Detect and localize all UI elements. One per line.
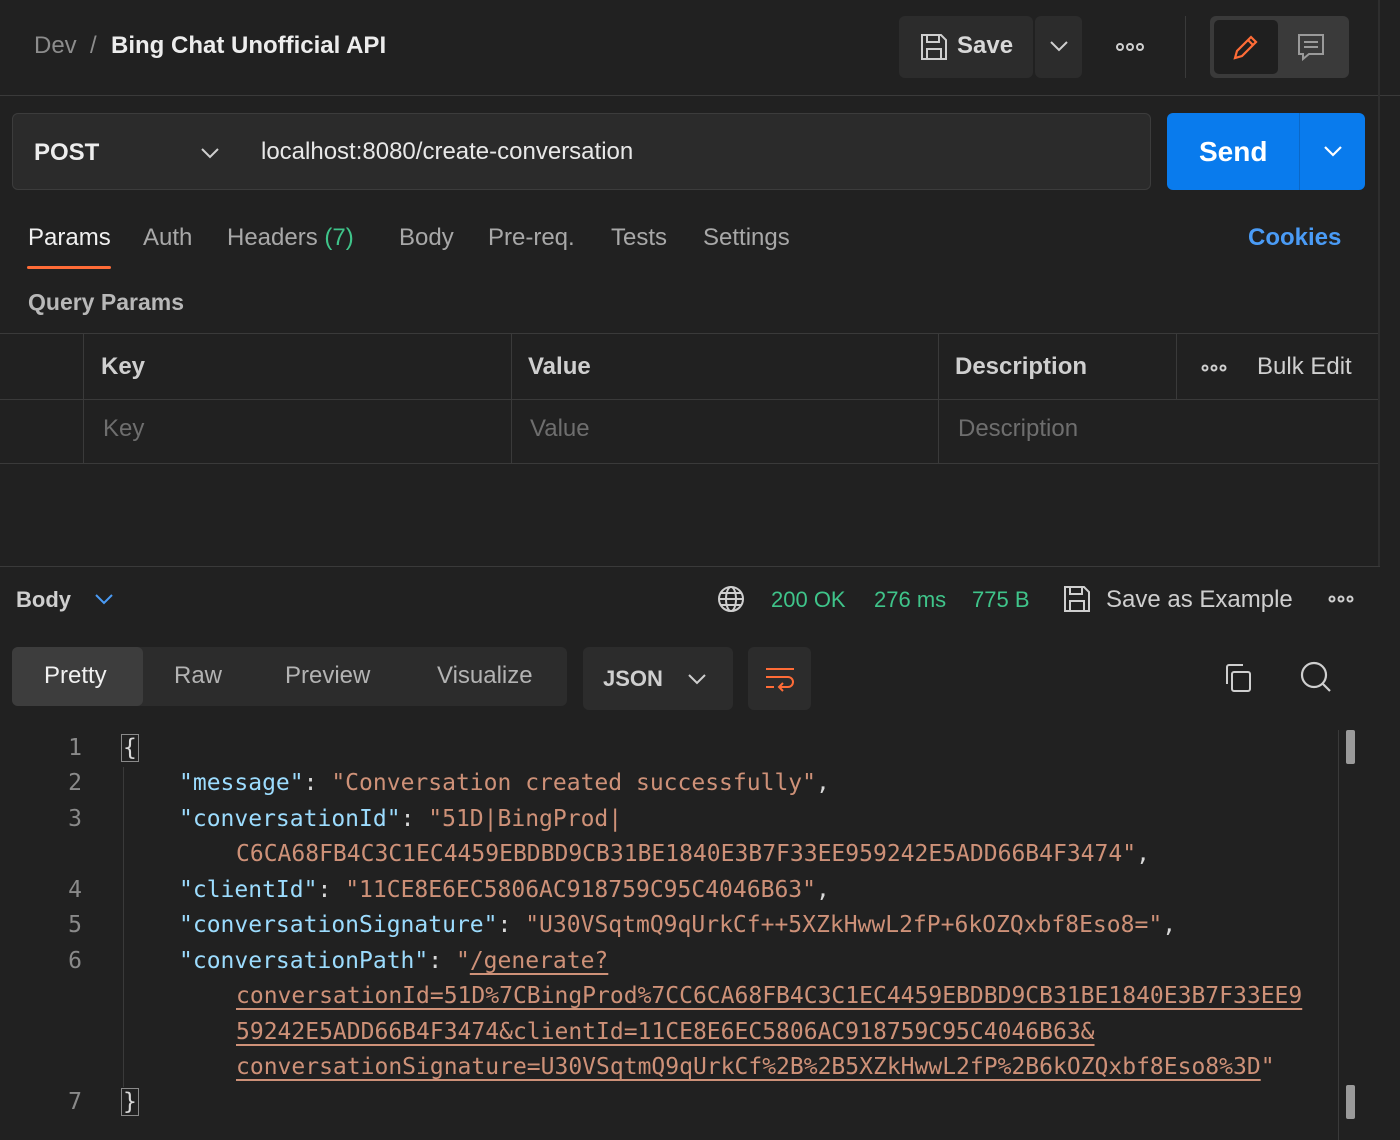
table-col-divider — [938, 334, 939, 464]
breadcrumb-collection[interactable]: Dev — [34, 32, 77, 60]
chevron-down-icon — [200, 146, 220, 160]
save-as-example-button[interactable]: Save as Example — [1106, 586, 1293, 614]
save-icon — [919, 32, 949, 62]
json-line-conversation-signature[interactable]: "conversationSignature": "U30VSqtmQ9qUrk… — [179, 912, 1176, 938]
more-options-icon[interactable] — [1324, 585, 1358, 613]
json-line-conversation-path-cont[interactable]: 59242E5ADD66B4F3474&clientId=11CE8E6EC58… — [236, 1019, 1095, 1045]
save-icon — [1062, 584, 1092, 614]
globe-icon[interactable] — [716, 584, 746, 614]
table-col-divider — [511, 334, 512, 464]
line-number: 7 — [68, 1089, 82, 1115]
wrap-lines-button[interactable] — [748, 647, 811, 710]
pencil-icon — [1231, 32, 1261, 62]
more-options-icon[interactable] — [1198, 354, 1230, 382]
view-tab-raw[interactable]: Raw — [174, 662, 222, 690]
view-tab-preview[interactable]: Preview — [285, 662, 370, 690]
table-col-divider — [83, 334, 84, 464]
send-button-label: Send — [1199, 136, 1268, 167]
format-value: JSON — [603, 666, 663, 691]
url-input[interactable]: localhost:8080/create-conversation — [239, 113, 1151, 190]
line-number: 5 — [68, 912, 82, 938]
copy-icon[interactable] — [1222, 662, 1254, 694]
send-divider — [1299, 113, 1300, 190]
save-button[interactable]: Save — [899, 16, 1033, 78]
json-line-message[interactable]: "message": "Conversation created success… — [179, 770, 830, 796]
tab-params[interactable]: Params — [28, 224, 111, 252]
table-top-border — [0, 333, 1380, 334]
status-code[interactable]: 200 OK — [771, 587, 846, 613]
save-button-label: Save — [957, 32, 1014, 59]
json-line-conversation-path-cont[interactable]: conversationSignature=U30VSqtmQ9qUrkCf%2… — [236, 1054, 1275, 1080]
wrap-lines-icon — [764, 664, 796, 694]
line-number: 2 — [68, 770, 82, 796]
tab-headers[interactable]: Headers (7) — [227, 224, 354, 252]
headers-count-badge: (7) — [324, 224, 354, 251]
edit-mode-button[interactable] — [1214, 20, 1278, 74]
json-line-client-id[interactable]: "clientId": "11CE8E6EC5806AC918759C95C40… — [179, 877, 830, 903]
pane-edge — [1378, 0, 1380, 566]
response-size[interactable]: 775 B — [972, 587, 1030, 613]
chevron-down-icon[interactable] — [94, 592, 114, 606]
line-number: 4 — [68, 877, 82, 903]
table-col-divider — [1176, 334, 1177, 400]
url-value: localhost:8080/create-conversation — [261, 138, 634, 165]
active-tab-indicator — [27, 266, 111, 269]
table-bottom-border — [0, 463, 1380, 464]
bulk-edit-button[interactable]: Bulk Edit — [1257, 353, 1352, 381]
line-number: 1 — [68, 735, 82, 761]
line-number: 3 — [68, 806, 82, 832]
column-header-value: Value — [528, 353, 591, 380]
code-scrollbar-thumb[interactable] — [1346, 730, 1355, 764]
chevron-down-icon — [1049, 39, 1069, 53]
send-options-chevron-icon[interactable] — [1323, 144, 1343, 158]
json-open-brace[interactable]: { — [121, 734, 139, 762]
method-value: POST — [34, 139, 100, 166]
tab-tests[interactable]: Tests — [611, 224, 667, 252]
response-body-label[interactable]: Body — [16, 587, 71, 613]
query-params-title: Query Params — [28, 289, 184, 315]
table-header-border — [0, 399, 1380, 400]
tab-settings[interactable]: Settings — [703, 224, 790, 252]
response-time[interactable]: 276 ms — [874, 587, 946, 613]
param-description-input[interactable]: Description — [958, 415, 1078, 443]
json-close-brace[interactable]: } — [121, 1088, 139, 1116]
indent-guide — [123, 767, 124, 1087]
cookies-link[interactable]: Cookies — [1248, 224, 1341, 252]
line-number: 6 — [68, 948, 82, 974]
view-tab-visualize[interactable]: Visualize — [437, 662, 533, 690]
search-icon[interactable] — [1299, 660, 1333, 694]
json-line-conversation-path-cont[interactable]: conversationId=51D%7CBingProd%7CC6CA68FB… — [236, 983, 1302, 1009]
tab-body[interactable]: Body — [399, 224, 454, 252]
code-scroll-track[interactable] — [1338, 730, 1339, 1140]
breadcrumb-separator: / — [90, 32, 97, 59]
tab-headers-label: Headers — [227, 224, 318, 251]
request-title[interactable]: Bing Chat Unofficial API — [111, 32, 386, 60]
tab-pre-request[interactable]: Pre-req. — [488, 224, 575, 252]
code-scrollbar-marker[interactable] — [1346, 1085, 1355, 1119]
format-select[interactable]: JSON — [583, 647, 733, 710]
tab-auth[interactable]: Auth — [143, 224, 192, 252]
save-options-button[interactable] — [1035, 16, 1082, 78]
method-select[interactable]: POST — [12, 113, 240, 190]
column-header-key: Key — [101, 353, 146, 380]
send-button[interactable]: Send — [1167, 113, 1365, 190]
json-line-conversation-id[interactable]: "conversationId": "51D|BingProd| — [179, 806, 622, 832]
more-options-icon[interactable] — [1110, 30, 1150, 64]
view-tab-pretty[interactable]: Pretty — [44, 662, 107, 690]
param-value-input[interactable]: Value — [530, 415, 590, 443]
column-header-description: Description — [955, 353, 1088, 380]
header-divider — [1185, 16, 1186, 78]
conversation-path-link[interactable]: /generate? — [470, 948, 608, 974]
response-divider[interactable] — [0, 566, 1380, 567]
json-line-conversation-path[interactable]: "conversationPath": "/generate? — [179, 948, 608, 974]
param-key-input[interactable]: Key — [103, 415, 144, 443]
chevron-down-icon — [687, 672, 707, 686]
comment-icon[interactable] — [1296, 32, 1326, 62]
json-line-conversation-id-cont[interactable]: C6CA68FB4C3C1EC4459EBDBD9CB31BE1840E3B7F… — [236, 841, 1150, 867]
